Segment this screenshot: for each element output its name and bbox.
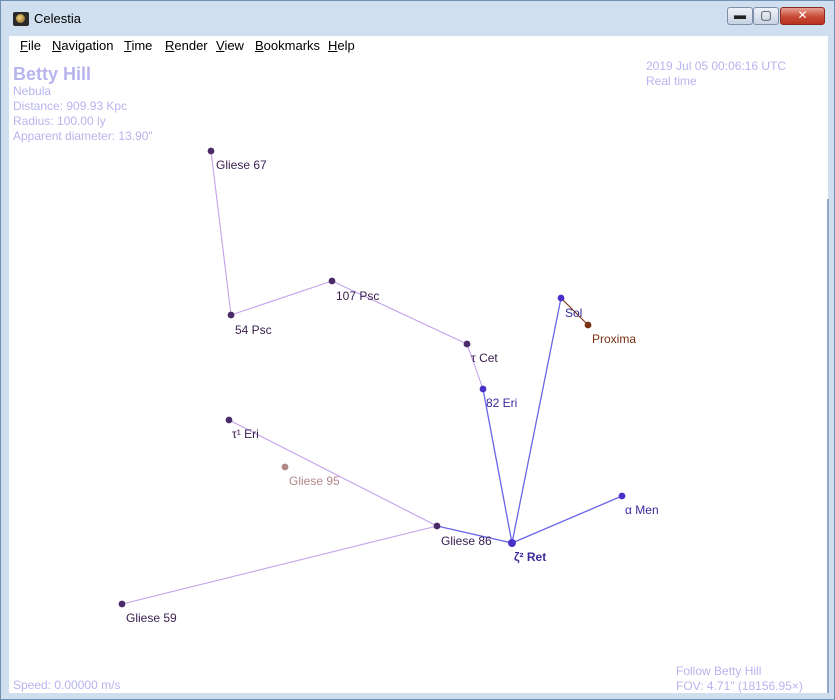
minimize-button[interactable]: ▬ [727, 7, 753, 25]
star-label-54-psc[interactable]: 54 Psc [235, 323, 272, 337]
star-marker-54-psc[interactable] [227, 311, 235, 319]
selection-radius: Radius: 100.00 ly [13, 114, 106, 128]
time-mode: Real time [646, 74, 697, 88]
link-gliese-67-54-psc [210, 150, 232, 316]
menu-help[interactable]: Help [328, 38, 355, 53]
menu-view[interactable]: View [216, 38, 244, 53]
star-marker-tau1-eri[interactable] [225, 416, 233, 424]
star-label-107-psc[interactable]: 107 Psc [336, 289, 379, 303]
star-marker-gliese-86[interactable] [433, 522, 441, 530]
star-label-gliese-59[interactable]: Gliese 59 [126, 611, 177, 625]
sim-datetime: 2019 Jul 05 00:06:16 UTC [646, 59, 787, 73]
title-bar[interactable]: Celestia ▬ ▢ ✕ [1, 1, 835, 37]
menu-navigation[interactable]: Navigation [52, 38, 113, 53]
speed-readout: Speed: 0.00000 m/s [13, 678, 121, 692]
selection-apparent-diameter: Apparent diameter: 13.90" [13, 129, 153, 143]
star-marker-gliese-67[interactable] [207, 147, 215, 155]
link-82-eri-zeta2-ret [482, 388, 513, 544]
star-label-proxima[interactable]: Proxima [592, 332, 636, 346]
star-marker-107-psc[interactable] [328, 277, 336, 285]
window-edge [827, 199, 829, 693]
star-label-zeta2-ret[interactable]: ζ² Ret [514, 550, 546, 564]
star-label-gliese-95[interactable]: Gliese 95 [289, 474, 340, 488]
follow-status: Follow Betty Hill [676, 664, 762, 678]
star-label-gliese-67[interactable]: Gliese 67 [216, 158, 267, 172]
star-marker-sol[interactable] [557, 294, 565, 302]
menu-bar: File Navigation Time Render View Bookmar… [9, 36, 828, 56]
sky-view[interactable]: Betty Hill Nebula Distance: 909.93 Kpc R… [9, 56, 828, 693]
star-marker-proxima[interactable] [584, 321, 592, 329]
link-gliese-59-gliese-86 [121, 525, 438, 605]
selection-name: Betty Hill [13, 64, 92, 84]
star-marker-alpha-men[interactable] [618, 492, 626, 500]
star-marker-gliese-59[interactable] [118, 600, 126, 608]
menu-file[interactable]: File [20, 38, 41, 53]
selection-type: Nebula [13, 84, 52, 98]
star-marker-zeta2-ret[interactable] [508, 539, 516, 547]
selection-distance: Distance: 909.93 Kpc [13, 99, 128, 113]
menu-render[interactable]: Render [165, 38, 208, 53]
link-54-psc-107-psc [230, 280, 333, 316]
star-label-tau1-eri[interactable]: τ¹ Eri [232, 427, 259, 441]
window-title: Celestia [34, 11, 81, 26]
star-marker-82-eri[interactable] [479, 385, 487, 393]
star-marker-tau-cet[interactable] [463, 340, 471, 348]
star-label-alpha-men[interactable]: α Men [625, 503, 659, 517]
star-label-82-eri[interactable]: 82 Eri [486, 396, 517, 410]
star-marker-gliese-95[interactable] [281, 463, 289, 471]
celestia-window: Celestia ▬ ▢ ✕ File Navigation Time Rend… [0, 0, 835, 700]
star-label-tau-cet[interactable]: τ Cet [471, 351, 498, 365]
menu-bookmarks[interactable]: Bookmarks [255, 38, 320, 53]
fov-readout: FOV: 4.71" (18156.95×) [676, 679, 803, 693]
menu-time[interactable]: Time [124, 38, 152, 53]
link-zeta2-ret-alpha-men [511, 495, 623, 544]
link-tau1-eri-gliese-86 [228, 419, 438, 527]
constellation-canvas [118, 147, 626, 608]
celestia-app-icon[interactable] [13, 12, 29, 26]
maximize-button[interactable]: ▢ [753, 7, 779, 25]
star-label-sol[interactable]: Sol [565, 306, 582, 320]
link-sol-zeta2-ret [511, 297, 562, 544]
close-button[interactable]: ✕ [780, 7, 825, 25]
star-label-gliese-86[interactable]: Gliese 86 [441, 534, 492, 548]
